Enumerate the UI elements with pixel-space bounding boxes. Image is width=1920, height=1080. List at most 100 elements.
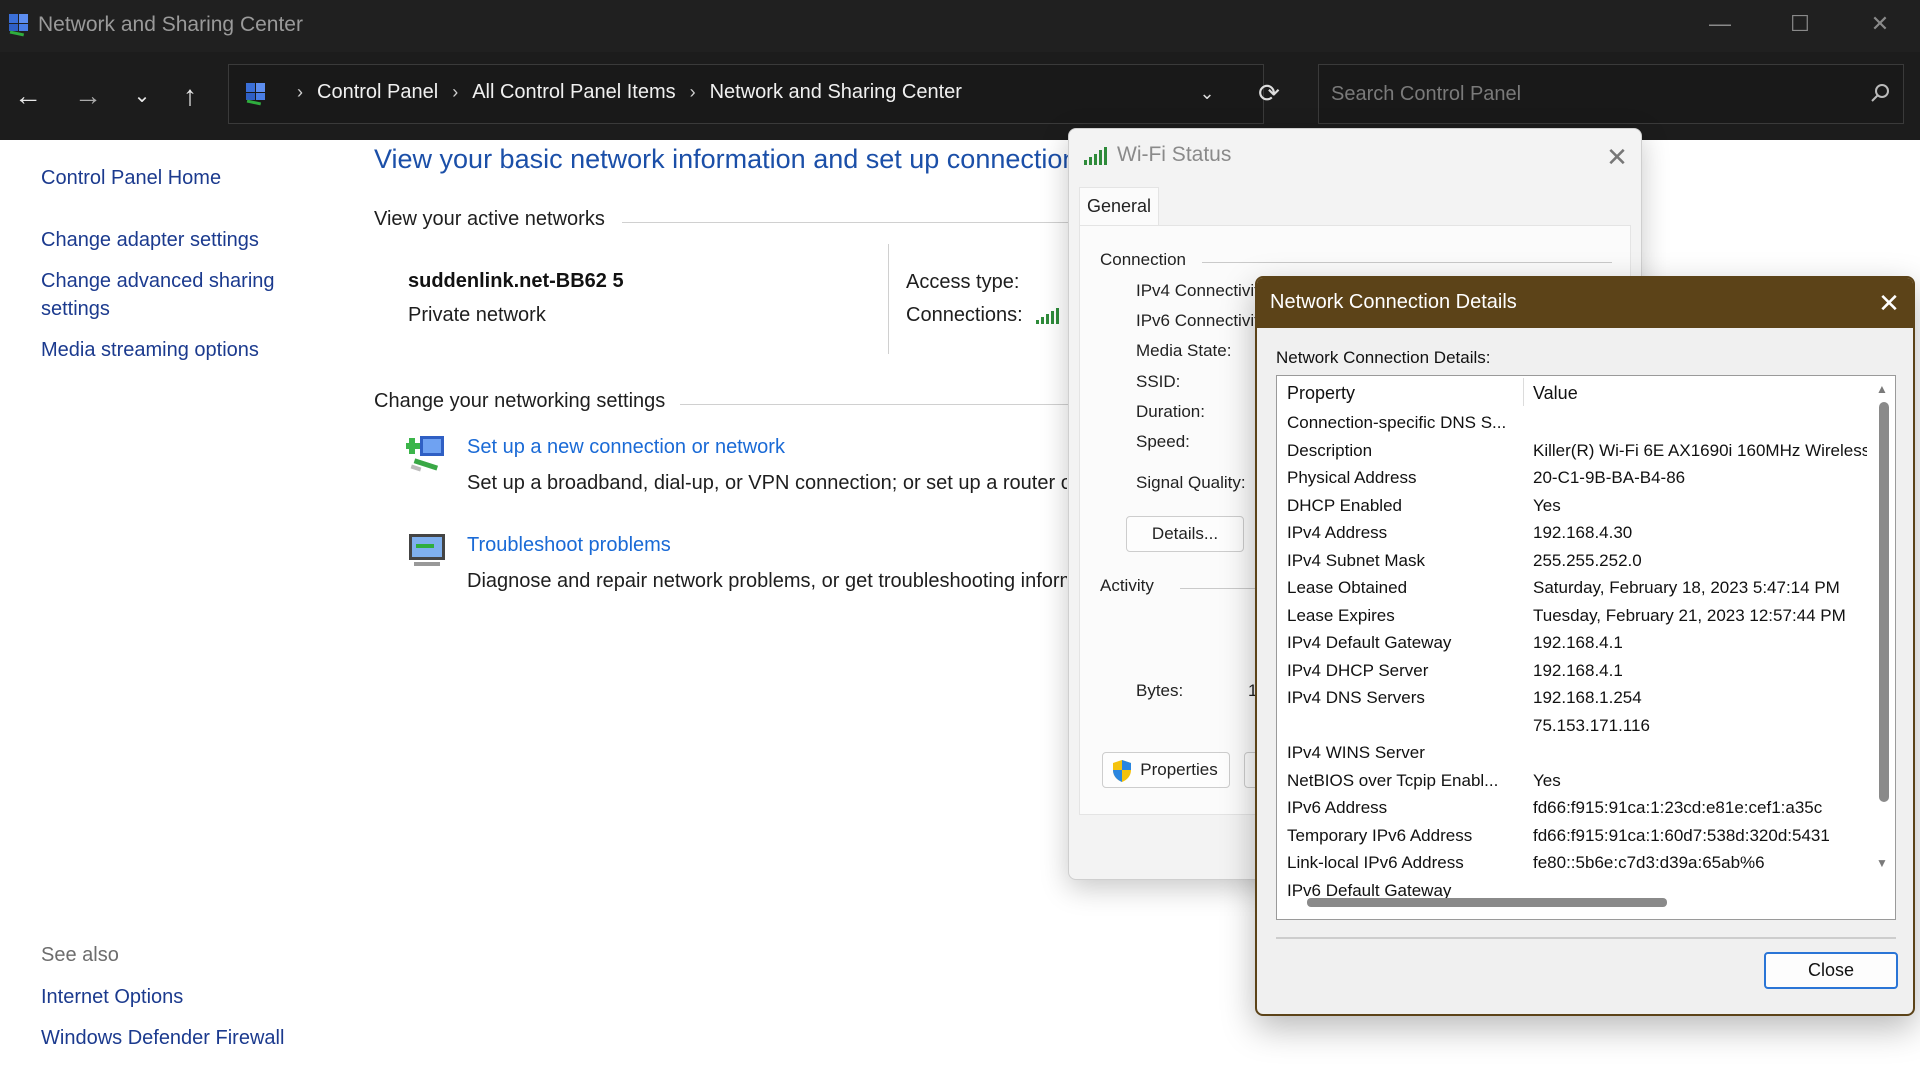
value-cell: 20-C1-9B-BA-B4-86 <box>1533 468 1686 487</box>
value-cell: 192.168.4.1 <box>1533 660 1623 680</box>
duration-label: Duration: <box>1136 402 1205 421</box>
dialog-title: Wi-Fi Status <box>1117 143 1232 166</box>
connection-group-label: Connection <box>1100 250 1187 269</box>
wifi-signal-icon[interactable] <box>1035 306 1061 326</box>
value-cell: 192.168.1.254 <box>1533 688 1642 707</box>
media-streaming-options-link[interactable]: Media streaming options <box>41 336 259 364</box>
search-box <box>1318 64 1904 124</box>
details-caption: Network Connection Details: <box>1276 348 1491 367</box>
table-row[interactable]: IPv4 Subnet Mask 255.255.252.0 <box>1277 548 1867 576</box>
table-row[interactable]: Lease Obtained Saturday, February 18, 202… <box>1277 575 1867 603</box>
property-cell: IPv4 DHCP Server <box>1287 660 1429 680</box>
new-connection-icon <box>406 436 444 472</box>
table-row[interactable]: Lease Expires Tuesday, February 21, 2023 … <box>1277 603 1867 631</box>
address-bar[interactable]: › Control Panel › All Control Panel Item… <box>228 64 1280 124</box>
value-cell: fe80::5b6e:c7d3:d39a:65ab%6 <box>1533 853 1765 872</box>
table-row[interactable]: Temporary IPv6 Address fd66:f915:91ca:1:6… <box>1277 823 1867 851</box>
ssid-label: SSID: <box>1136 372 1181 391</box>
list-rows: Connection-specific DNS S... Description K… <box>1277 410 1867 905</box>
breadcrumb: › Control Panel › All Control Panel Item… <box>283 81 962 104</box>
address-dropdown-button[interactable]: ⌄ <box>1189 73 1225 113</box>
change-advanced-sharing-link[interactable]: Change advanced sharing settings <box>41 267 301 323</box>
recent-locations-button[interactable]: ⌄ <box>122 72 162 120</box>
table-row[interactable]: NetBIOS over Tcpip Enabl... Yes <box>1277 768 1867 796</box>
table-row[interactable]: Link-local IPv6 Address fe80::5b6e:c7d3:d… <box>1277 850 1867 878</box>
arrow-right-icon: → <box>74 80 102 111</box>
vertical-divider <box>888 244 889 354</box>
vertical-scrollbar[interactable]: ▲ ▼ <box>1871 376 1895 886</box>
table-row[interactable]: IPv4 DHCP Server 192.168.4.1 <box>1277 658 1867 686</box>
table-row[interactable]: IPv4 Default Gateway 192.168.4.1 <box>1277 630 1867 658</box>
table-row[interactable]: IPv4 Address 192.168.4.30 <box>1277 520 1867 548</box>
table-row[interactable]: IPv6 Address fd66:f915:91ca:1:23cd:e81e:c… <box>1277 795 1867 823</box>
breadcrumb-control-panel[interactable]: Control Panel <box>317 81 438 104</box>
minimize-button[interactable]: — <box>1680 0 1760 48</box>
property-cell: Lease Obtained <box>1287 578 1408 597</box>
details-list: Property Value Connection-specific DNS S… <box>1276 375 1896 920</box>
dialog-title-bar: Network Connection Details ✕ <box>1257 278 1913 328</box>
search-icon[interactable] <box>1867 81 1893 107</box>
minimize-icon: — <box>1709 11 1731 36</box>
close-dialog-button[interactable]: ✕ <box>1871 285 1907 321</box>
table-row[interactable]: Physical Address 20-C1-9B-BA-B4-86 <box>1277 465 1867 493</box>
table-row[interactable]: IPv4 WINS Server <box>1277 740 1867 768</box>
property-cell: Temporary IPv6 Address <box>1287 825 1473 845</box>
table-row[interactable]: Connection-specific DNS S... <box>1277 410 1867 438</box>
setup-new-connection-link[interactable]: Set up a new connection or network <box>467 436 785 459</box>
close-dialog-button[interactable]: ✕ <box>1599 139 1635 175</box>
horizontal-scrollbar[interactable] <box>1277 886 1895 919</box>
see-also-header: See also <box>41 944 119 966</box>
up-button[interactable]: ↑ <box>170 72 210 120</box>
close-window-button[interactable]: ✕ <box>1840 0 1920 48</box>
bytes-label: Bytes: <box>1136 681 1184 700</box>
breadcrumb-network-center[interactable]: Network and Sharing Center <box>710 81 962 104</box>
forward-button[interactable]: → <box>68 72 108 120</box>
breadcrumb-all-items[interactable]: All Control Panel Items <box>472 81 675 104</box>
close-button[interactable]: Close <box>1764 952 1898 989</box>
control-panel-home-link[interactable]: Control Panel Home <box>41 164 221 192</box>
table-row[interactable]: 75.153.171.116 <box>1277 713 1867 741</box>
media-state-label: Media State: <box>1136 341 1232 360</box>
property-cell: DHCP Enabled <box>1287 495 1402 515</box>
search-input[interactable] <box>1319 65 1859 123</box>
properties-button[interactable]: Properties <box>1102 752 1230 788</box>
internet-options-link[interactable]: Internet Options <box>41 983 183 1011</box>
value-cell: 192.168.4.30 <box>1533 523 1633 542</box>
back-button[interactable]: ← <box>8 72 48 120</box>
change-adapter-settings-link[interactable]: Change adapter settings <box>41 226 259 254</box>
column-divider[interactable] <box>1523 378 1524 406</box>
network-center-icon <box>246 83 265 106</box>
windows-defender-firewall-link[interactable]: Windows Defender Firewall <box>41 1024 284 1052</box>
value-cell: Yes <box>1533 770 1561 790</box>
refresh-button[interactable]: ⟳ <box>1251 73 1287 113</box>
scrollbar-thumb[interactable] <box>1307 898 1667 907</box>
property-cell: Physical Address <box>1287 468 1417 487</box>
value-cell: 75.153.171.116 <box>1533 715 1650 735</box>
column-header-value[interactable]: Value <box>1533 383 1578 404</box>
scrollbar-thumb[interactable] <box>1879 402 1889 802</box>
table-row[interactable]: IPv4 DNS Servers 192.168.1.254 <box>1277 685 1867 713</box>
network-center-icon <box>9 14 28 37</box>
activity-group-label: Activity <box>1100 576 1154 595</box>
details-button[interactable]: Details... <box>1126 516 1244 552</box>
navigation-bar: ← → ⌄ ↑ › Control Panel › All Control Pa… <box>0 52 1920 140</box>
table-row[interactable]: DHCP Enabled Yes <box>1277 493 1867 521</box>
table-row[interactable]: Description Killer(R) Wi-Fi 6E AX1690i 16… <box>1277 438 1867 466</box>
scroll-up-icon[interactable]: ▲ <box>1876 382 1888 396</box>
maximize-button[interactable]: ☐ <box>1760 0 1840 48</box>
column-header-property[interactable]: Property <box>1287 383 1355 404</box>
property-cell: Connection-specific DNS S... <box>1287 413 1507 432</box>
connections-label: Connections: <box>906 304 1023 326</box>
dialog-separator <box>1276 937 1896 939</box>
scroll-down-icon[interactable]: ▼ <box>1876 856 1888 870</box>
page-title: View your basic network information and … <box>374 144 1091 174</box>
arrow-left-icon: ← <box>14 80 42 111</box>
value-cell: fd66:f915:91ca:1:60d7:538d:320d:5431 <box>1533 825 1830 845</box>
list-header: Property Value <box>1277 376 1895 410</box>
refresh-icon: ⟳ <box>1258 78 1280 108</box>
troubleshoot-problems-link[interactable]: Troubleshoot problems <box>467 534 671 557</box>
group-divider <box>1202 262 1612 263</box>
value-cell: Killer(R) Wi-Fi 6E AX1690i 160MHz Wirele… <box>1533 440 1867 460</box>
tab-general[interactable]: General <box>1079 187 1159 225</box>
value-cell: Saturday, February 18, 2023 5:47:14 PM <box>1533 578 1840 597</box>
